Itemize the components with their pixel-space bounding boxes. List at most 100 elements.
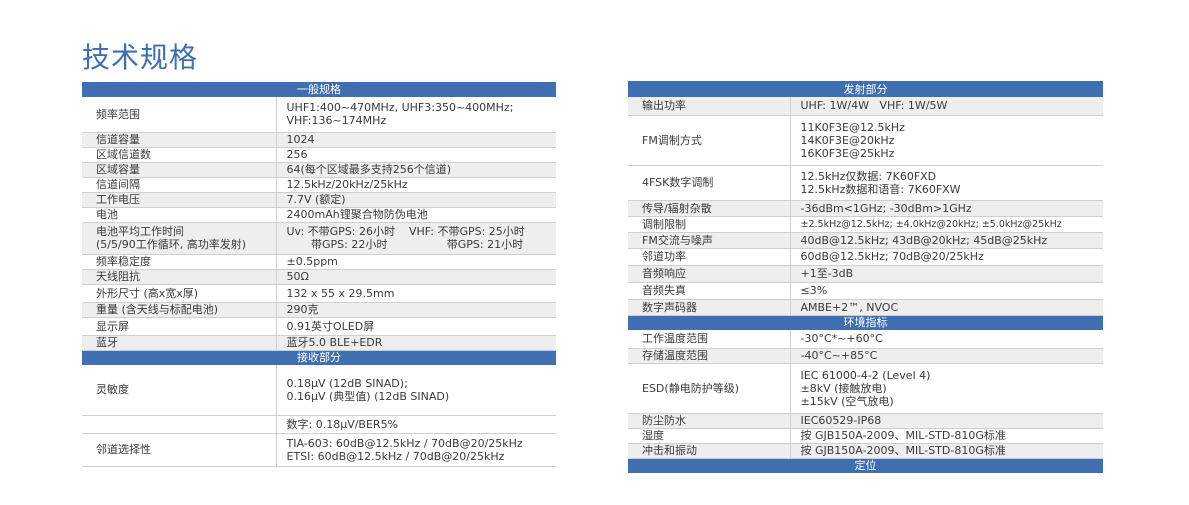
section-title: 接收部分 [297,351,341,365]
spec-table-left: 一般规格 频率范围 UHF1:400~470MHz, UHF3:350~400MHz… [82,82,556,467]
spec-value: 2400mAh锂聚合物防伪电池 [286,208,428,221]
spec-label: 防尘防水 [642,414,686,427]
spec-label: 4FSK数字调制 [642,176,714,189]
spec-value-cell: 按 GJB150A-2009、MIL-STD-810G标准 [789,443,1103,459]
spec-value-cell: UHF1:400~470MHz, UHF3:350~400MHz; VHF:136… [275,97,556,133]
spec-value-cell: IEC60529-IP68 [789,413,1103,429]
spec-value: UHF: 1W/4W VHF: 1W/5W [800,99,948,113]
spec-label: 冲击和振动 [642,444,697,457]
spec-label-cell: 蓝牙 [82,335,276,351]
spec-label-cell: 工作温度范围 [628,330,790,349]
spec-label-cell: ESD(静电防护等级) [628,363,790,414]
spec-row: 显示屏 0.91英寸OLED屏 [82,317,556,336]
spec-value-cell: 60dB@12.5kHz; 70dB@20/25kHz [789,248,1103,266]
spec-value-cell: TIA-603: 60dB@12.5kHz / 70dB@20/25kHz ETS… [275,433,556,467]
spec-value-cell: 64(每个区域最多支持256个信道) [275,162,556,178]
section-header-cell: 一般规格 [82,82,556,97]
section-header-cell: 发射部分 [628,81,1103,97]
spec-label: 重量 (含天线与标配电池) [96,303,219,316]
spec-row: 工作温度范围 -30°C*~+60°C [628,330,1103,349]
spec-label-cell: FM调制方式 [628,115,790,166]
spec-value: 16K0F3E@25kHz [800,146,895,160]
spec-value: Uv: 不带GPS: 26小时 VHF: 不带GPS: 25小时 [286,225,525,238]
spec-label: FM调制方式 [642,133,702,147]
spec-value: ±2.5kHz@12.5kHz; ±4.0kHz@20kHz; ±5.0kHz@… [800,218,1062,230]
spec-value-cell: ±0.5ppm [275,254,556,270]
spec-label: 灵敏度 [96,383,129,397]
spec-value: -30°C*~+60°C [800,332,883,346]
section-header: 接收部分 [82,350,556,365]
spec-value-cell: +1至-3dB [789,265,1103,283]
spec-row: 湿度 按 GJB150A-2009、MIL-STD-810G标准 [628,428,1103,444]
spec-label-cell: 输出功率 [628,97,790,116]
spec-value: 40dB@12.5kHz; 43dB@20kHz; 45dB@25kHz [800,233,1048,247]
spec-label: 音频失真 [642,284,686,297]
spec-label-cell: 天线阻抗 [82,269,276,285]
spec-label: 电池 [96,208,118,221]
spec-label: 存储温度范围 [642,349,708,362]
spec-label-cell: 邻道选择性 [82,433,276,467]
spec-label-cell: 电池平均工作时间 (5/5/90工作循环, 高功率发射) [82,222,276,255]
spec-value-cell: 256 [275,147,556,163]
spec-row: ESD(静电防护等级) IEC 61000-4-2 (Level 4) ±8kV (… [628,363,1103,414]
spec-value: 蓝牙5.0 BLE+EDR [286,336,383,349]
spec-label-cell: 频率稳定度 [82,254,276,270]
spec-row: FM调制方式 11K0F3E@12.5kHz 14K0F3E@20kHz 16K0F3… [628,115,1103,166]
section-title: 一般规格 [297,83,341,96]
spec-value-cell: -30°C*~+60°C [789,330,1103,349]
spec-value: TIA-603: 60dB@12.5kHz / 70dB@20/25kHz [286,436,523,450]
spec-label-cell: 工作电压 [82,192,276,208]
spec-row: 频率范围 UHF1:400~470MHz, UHF3:350~400MHz; VHF… [82,97,556,133]
spec-label: 工作电压 [96,193,140,206]
spec-value: 64(每个区域最多支持256个信道) [286,163,452,176]
spec-label-cell: 邻道功率 [628,248,790,266]
spec-label: 湿度 [642,429,664,442]
spec-label: 区域信道数 [96,148,151,161]
spec-label: 显示屏 [96,319,129,333]
spec-label-cell: 防尘防水 [628,413,790,429]
spec-value: ±0.5ppm [286,255,338,268]
spec-value: ±8kV (接触放电) [800,381,887,395]
spec-value: AMBE+2™, NVOC [800,300,899,314]
spec-value-cell: 132 x 55 x 29.5mm [275,284,556,303]
spec-label: 传导/辐射杂散 [642,201,712,215]
spec-label: 邻道功率 [642,250,686,263]
spec-value: 12.5kHz仅数据: 7K60FXD [800,169,937,183]
spec-label-cell: 外形尺寸 (高x宽x厚) [82,284,276,303]
spec-label-cell: 传导/辐射杂散 [628,200,790,217]
page-title: 技术规格 [82,41,199,74]
spec-value: 0.18μV (12dB SINAD); [286,376,408,390]
spec-label: 天线阻抗 [96,270,140,283]
spec-label: 音频响应 [642,267,686,280]
spec-value: 数字: 0.18μV/BER5% [286,417,399,431]
section-title: 定位 [854,459,877,473]
section-header-cell: 定位 [628,458,1103,473]
spec-label-cell [82,415,276,434]
spec-value-cell: IEC 61000-4-2 (Level 4) ±8kV (接触放电) ±15kV … [789,363,1103,414]
spec-value: 60dB@12.5kHz; 70dB@20/25kHz [800,250,984,263]
section-header-cell: 接收部分 [82,350,556,365]
spec-value: 11K0F3E@12.5kHz [800,120,905,134]
spec-value-cell: UHF: 1W/4W VHF: 1W/5W [789,97,1103,116]
spec-value-cell: 数字: 0.18μV/BER5% [275,415,556,434]
spec-row: 频率稳定度 ±0.5ppm [82,254,556,270]
spec-label-cell: 存储温度范围 [628,348,790,364]
spec-value-cell: 1024 [275,132,556,148]
spec-value-cell: Uv: 不带GPS: 26小时 VHF: 不带GPS: 25小时 带GPS: 2… [275,222,556,255]
spec-label-cell: 重量 (含天线与标配电池) [82,302,276,318]
spec-value: 290克 [286,303,319,316]
section-title: 环境指标 [843,316,888,330]
spec-label: 电池平均工作时间 [96,225,184,238]
section-header: 发射部分 [628,81,1103,97]
spec-value: IEC60529-IP68 [800,414,882,427]
section-header: 一般规格 [82,82,556,97]
spec-row: 信道间隔 12.5kHz/20kHz/25kHz [82,177,556,193]
section-header: 环境指标 [628,315,1103,330]
spec-value: 1024 [286,133,315,146]
spec-label: 工作温度范围 [642,332,708,346]
spec-value-cell: 按 GJB150A-2009、MIL-STD-810G标准 [789,428,1103,444]
spec-row: 冲击和振动 按 GJB150A-2009、MIL-STD-810G标准 [628,443,1103,459]
spec-value: VHF:136~174MHz [286,114,387,128]
spec-value: -36dBm<1GHz; -30dBm>1GHz [800,201,972,215]
spec-value: +1至-3dB [800,267,854,280]
